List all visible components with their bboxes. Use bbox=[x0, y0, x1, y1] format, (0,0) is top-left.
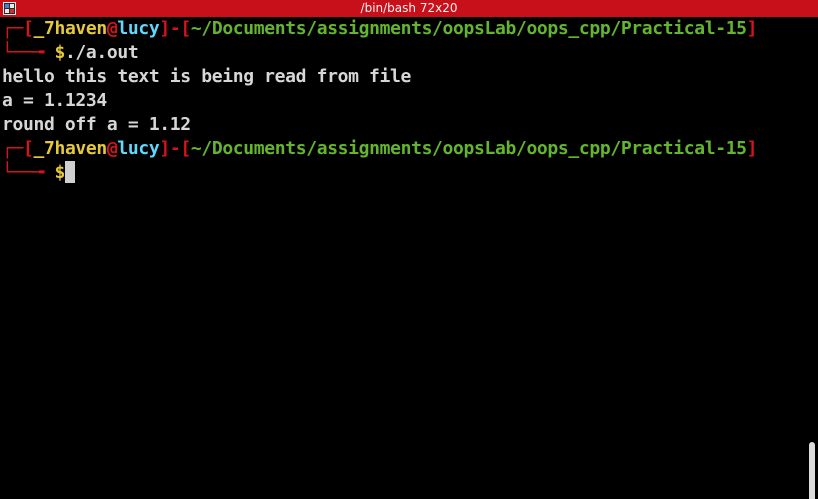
prompt-dollar: $ bbox=[54, 42, 65, 63]
text-cursor bbox=[64, 161, 75, 183]
scrollbar-thumb[interactable] bbox=[809, 442, 815, 499]
input-line[interactable]: └──╼ $ bbox=[2, 161, 75, 185]
output-line: a = 1.1234 bbox=[2, 90, 107, 111]
prompt-corner: └──╼ bbox=[2, 162, 55, 183]
prompt-separator: - bbox=[169, 18, 181, 39]
prompt-bracket-open: [ bbox=[180, 138, 191, 159]
prompt-host: lucy bbox=[117, 18, 160, 39]
prompt-bracket-close: ] bbox=[746, 138, 758, 159]
prompt-bracket-open: [ bbox=[22, 138, 34, 159]
prompt-user: _7haven bbox=[33, 138, 107, 159]
output-line: hello this text is being read from file bbox=[2, 66, 411, 87]
prompt-at: @ bbox=[106, 138, 118, 159]
terminal-app-icon[interactable] bbox=[3, 2, 16, 15]
prompt-bracket-open: [ bbox=[180, 18, 191, 39]
prompt-user: _7haven bbox=[33, 18, 107, 39]
window-title: /bin/bash 72x20 bbox=[360, 1, 458, 15]
prompt-corner: └──╼ bbox=[2, 42, 55, 63]
prompt-bracket-close: ] bbox=[159, 138, 170, 159]
prompt-corner: ┌─ bbox=[2, 18, 23, 39]
prompt-corner: ┌─ bbox=[2, 138, 23, 159]
prompt-path: ~/Documents/assignments/oopsLab/oops_cpp… bbox=[190, 138, 747, 159]
prompt-bracket-close: ] bbox=[746, 18, 758, 39]
prompt-host: lucy bbox=[117, 138, 160, 159]
prompt-dollar: $ bbox=[54, 162, 65, 183]
prompt-path: ~/Documents/assignments/oopsLab/oops_cpp… bbox=[190, 18, 747, 39]
prompt-separator: - bbox=[169, 138, 181, 159]
command-line: └──╼ $./a.out bbox=[2, 41, 139, 65]
prompt-line-2: ┌─[_7haven@lucy]-[~/Documents/assignment… bbox=[2, 137, 758, 161]
prompt-bracket-close: ] bbox=[159, 18, 170, 39]
prompt-line-1: ┌─[_7haven@lucy]-[~/Documents/assignment… bbox=[2, 17, 758, 41]
command-text: ./a.out bbox=[64, 42, 139, 63]
terminal-window: /bin/bash 72x20 ┌─[_7haven@lucy]-[~/Docu… bbox=[0, 0, 818, 499]
terminal-output[interactable]: ┌─[_7haven@lucy]-[~/Documents/assignment… bbox=[0, 17, 806, 499]
prompt-at: @ bbox=[106, 18, 118, 39]
vertical-scrollbar[interactable] bbox=[809, 18, 815, 499]
title-bar[interactable]: /bin/bash 72x20 bbox=[0, 0, 818, 17]
output-line: round off a = 1.12 bbox=[2, 114, 191, 135]
prompt-bracket-open: [ bbox=[22, 18, 34, 39]
